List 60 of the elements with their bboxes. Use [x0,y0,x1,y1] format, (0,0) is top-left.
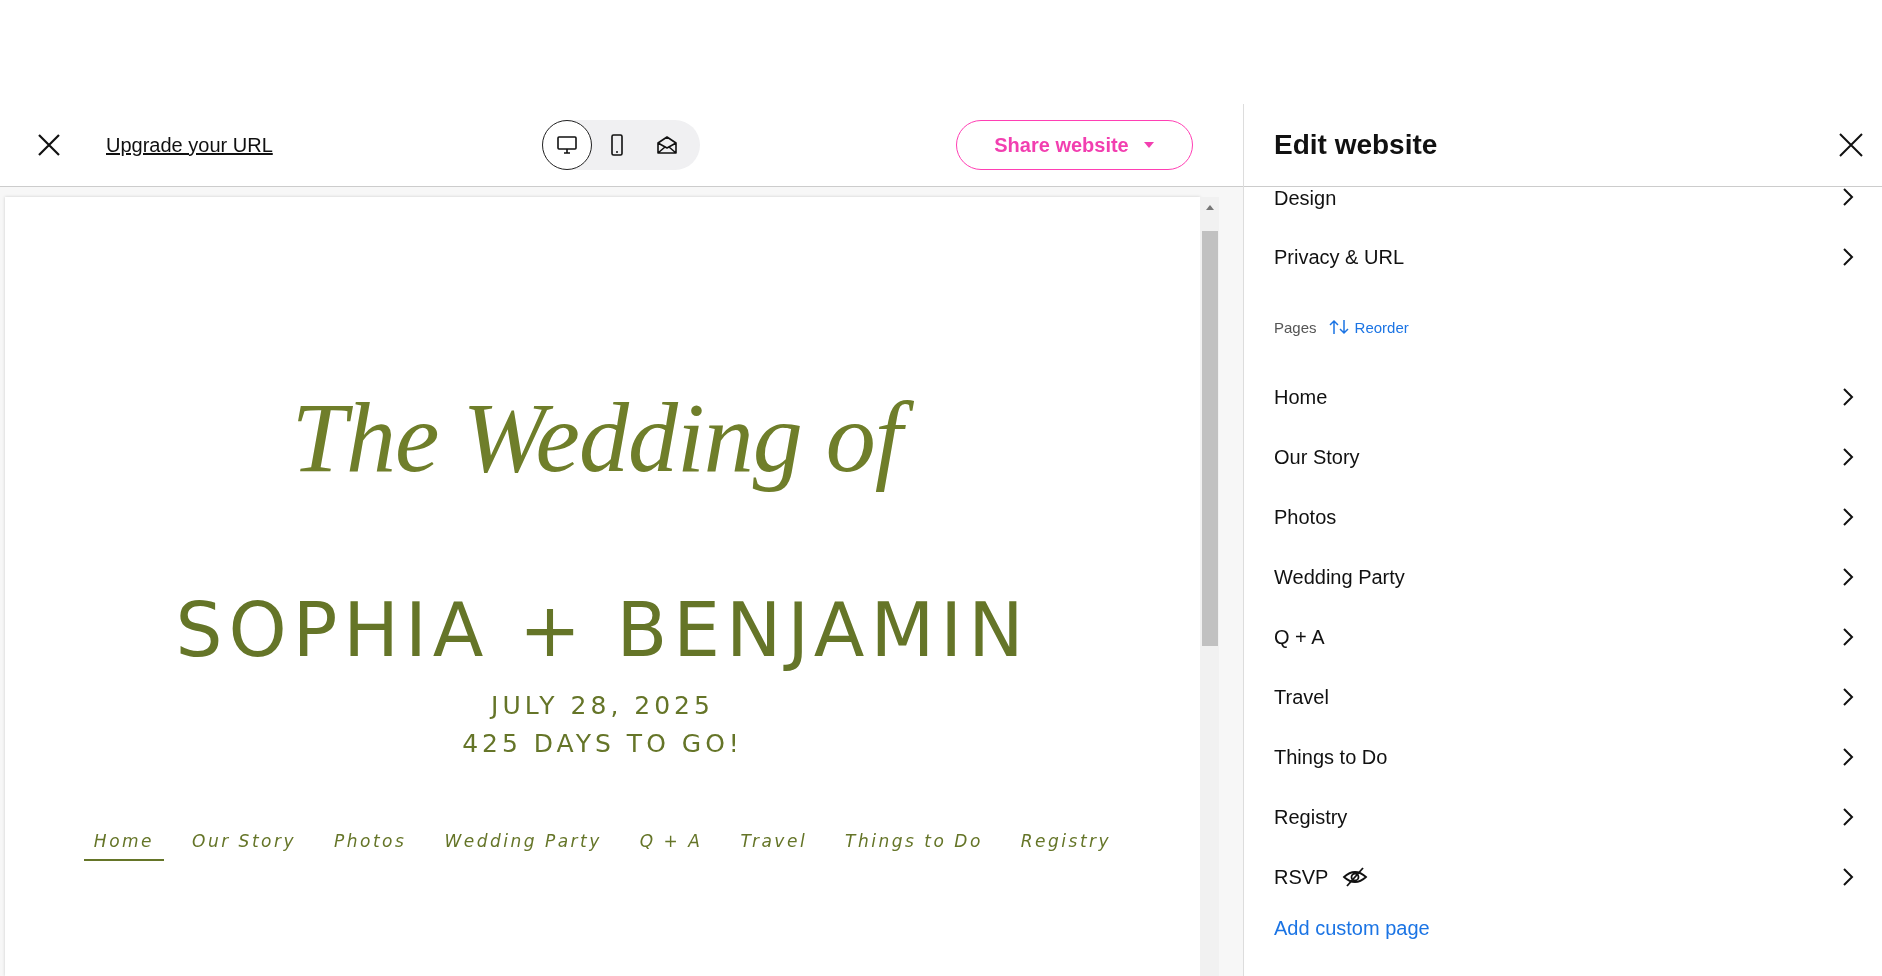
site-nav-link[interactable]: Wedding Party [434,831,612,861]
page-label: Our Story [1274,445,1360,469]
page-item[interactable]: Home [1274,367,1854,427]
scroll-thumb[interactable] [1201,231,1218,646]
page-item[interactable]: RSVP [1274,847,1854,907]
chevron-right-icon [1842,867,1854,887]
page-label: Things to Do [1274,745,1388,769]
chevron-right-icon [1842,247,1854,267]
envelope-icon [655,133,679,157]
settings-item[interactable]: Design [1274,187,1854,217]
site-nav-link[interactable]: Photos [324,831,417,861]
caret-icon [1142,141,1155,149]
script-title: The Wedding of [285,369,920,505]
settings-label: Design [1274,187,1337,210]
page-label: Photos [1274,505,1337,529]
chevron-right-icon [1842,627,1854,647]
monitor-icon [555,133,579,157]
couple-names: SOPHIA + BENJAMIN [175,587,1030,673]
sort-arrows-icon [1328,319,1351,335]
page-item[interactable]: Wedding Party [1274,547,1854,607]
site-nav-link[interactable]: Home [83,831,165,861]
pages-label: Pages [1274,318,1317,336]
page-item[interactable]: Q + A [1274,607,1854,667]
page-label: Registry [1274,805,1348,829]
chevron-right-icon [1842,187,1854,207]
page-item[interactable]: Things to Do [1274,727,1854,787]
site-nav-link[interactable]: Travel [730,831,818,861]
site-nav-link[interactable]: Q + A [629,831,713,861]
chevron-right-icon [1842,807,1854,827]
site-nav-link[interactable]: Registry [1010,831,1122,861]
page-label: Travel [1274,685,1329,709]
chevron-right-icon [1842,567,1854,587]
device-button[interactable] [542,120,592,170]
page-label: Wedding Party [1274,565,1405,589]
scrollbar[interactable] [1200,197,1219,976]
page-label: Home [1274,385,1328,409]
panel-title: Edit website [1274,129,1438,161]
chevron-right-icon [1842,507,1854,527]
page-item[interactable]: Photos [1274,487,1854,547]
reorder-link[interactable]: Reorder [1328,318,1409,336]
close-icon[interactable] [1838,132,1864,158]
page-item[interactable]: Our Story [1274,427,1854,487]
upgrade-url-link[interactable]: Upgrade your URL [106,133,273,157]
settings-label: Privacy & URL [1274,245,1405,269]
site-nav-link[interactable]: Things to Do [835,831,993,861]
countdown: 425 DAYS TO GO! [462,728,743,760]
page-label: RSVP [1274,865,1329,889]
settings-item[interactable]: Privacy & URL [1274,227,1854,287]
site-nav-link[interactable]: Our Story [182,831,307,861]
add-custom-page-link[interactable]: Add custom page [1274,917,1430,940]
close-icon[interactable] [36,132,62,158]
scroll-up-icon[interactable] [1204,203,1215,211]
chevron-right-icon [1842,687,1854,707]
chevron-right-icon [1842,387,1854,407]
page-label: Q + A [1274,625,1325,649]
chevron-right-icon [1842,747,1854,767]
page-item[interactable]: Travel [1274,667,1854,727]
wedding-date: JULY 28, 2025 [491,690,714,722]
page-item[interactable]: Registry [1274,787,1854,847]
chevron-right-icon [1842,447,1854,467]
